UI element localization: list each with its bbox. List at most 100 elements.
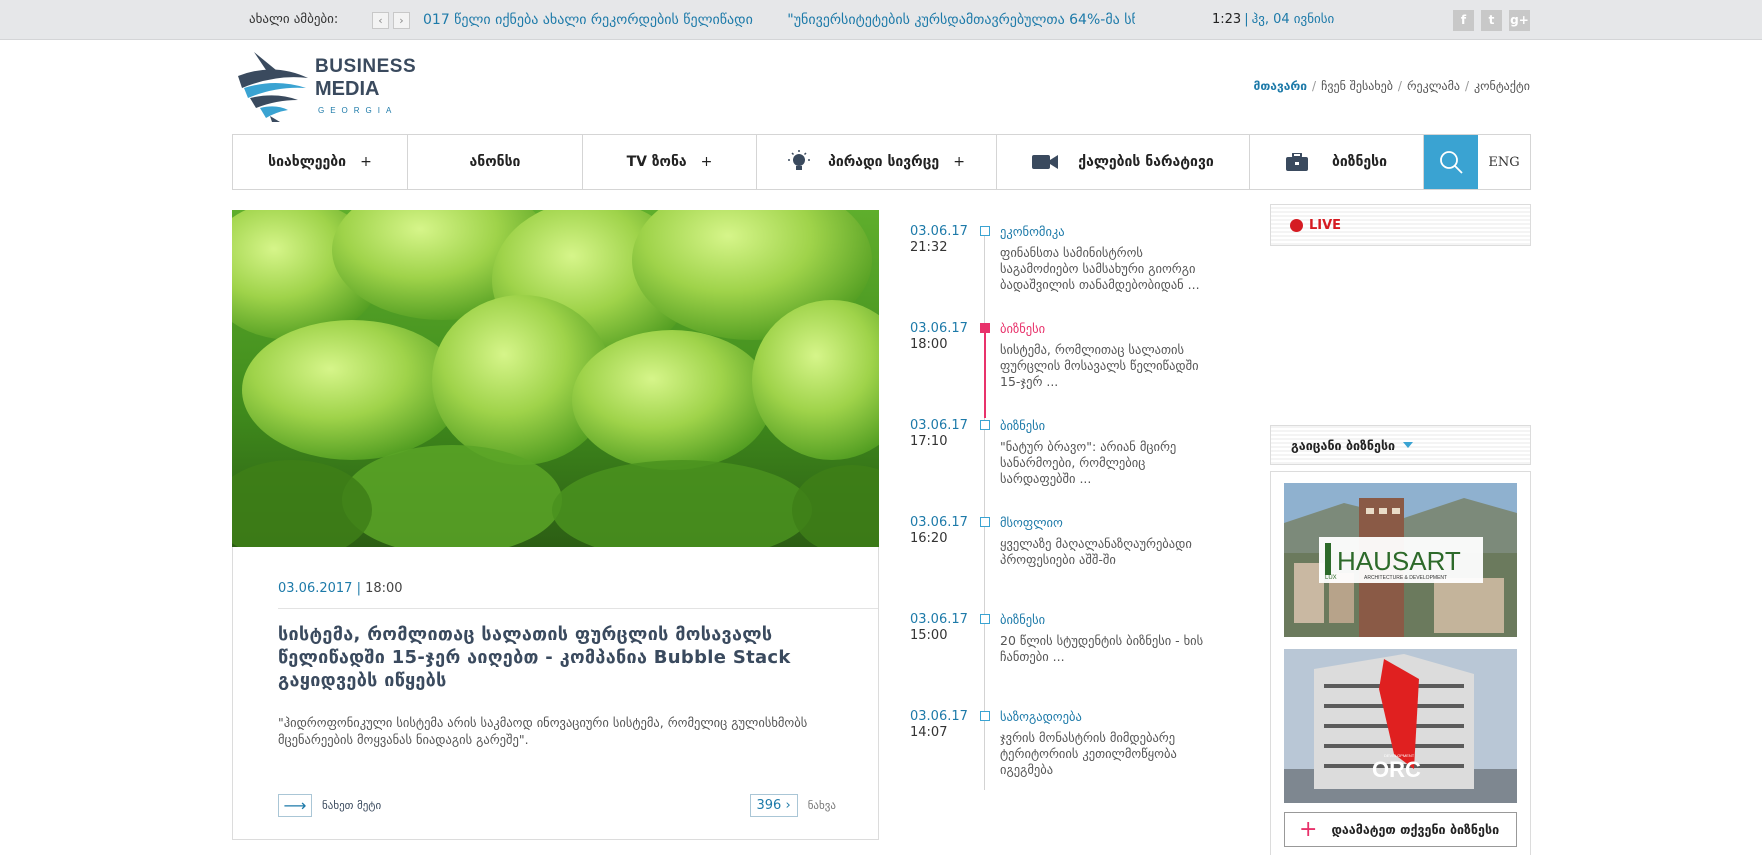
facebook-icon[interactable]: f xyxy=(1453,10,1474,31)
nav-label: ბიზნესი xyxy=(1331,154,1388,170)
link-advertising[interactable]: რეკლამა xyxy=(1407,79,1460,93)
timeline-marker-icon xyxy=(980,226,990,236)
timeline-time: 16:20 xyxy=(910,531,948,546)
logo-text-media: MEDIA xyxy=(315,78,380,100)
timeline-category[interactable]: ბიზნესი xyxy=(1000,418,1045,433)
nav-label: ქალების ნარატივი xyxy=(1078,154,1214,170)
top-bar: ახალი ამბები: ‹ › 017 წელი იქნება ახალი … xyxy=(0,0,1762,40)
timeline-marker-icon xyxy=(980,420,990,430)
search-button[interactable] xyxy=(1424,135,1478,189)
business-ads-box: HAUSART ARCHITECTURE & DEVELOPMENT LUX O… xyxy=(1270,471,1531,855)
timeline-date: 03.06.17 xyxy=(910,321,968,336)
timeline-date: 03.06.17 xyxy=(910,709,968,724)
read-more-link[interactable]: ⟶ ნახეთ მეტი xyxy=(278,794,381,817)
ticker-item[interactable]: 017 წელი იქნება ახალი რეკორდების წელიწად… xyxy=(423,12,753,28)
plus-icon: + xyxy=(700,154,713,170)
ticker-label: ახალი ამბები: xyxy=(249,12,339,27)
ticker-controls: ‹ › xyxy=(372,12,410,29)
timeline-headline[interactable]: "ნატურ ბრავო": არიან მცირე სანარმოები, რ… xyxy=(1000,439,1220,487)
nav-item-womens-narrative[interactable]: ქალების ნარატივი xyxy=(997,135,1250,189)
orc-ad-image: ORC DEVELOPMENT xyxy=(1284,649,1517,803)
divider xyxy=(278,608,878,609)
timeline-headline[interactable]: სისტემა, რომლითაც სალათის ფურცლის მოსავა… xyxy=(1000,342,1220,390)
nav-label: პირადი სივრცე xyxy=(828,154,940,170)
logo-text-georgia: GEORGIA xyxy=(318,106,398,115)
timeline-category[interactable]: საზოგადოება xyxy=(1000,709,1082,724)
feature-date: 03.06.2017 xyxy=(278,581,353,596)
twitter-icon[interactable]: t xyxy=(1481,10,1502,31)
logo-text-business: BUSINESS xyxy=(315,56,417,77)
view-count: 396 › xyxy=(749,794,798,817)
ticker-item[interactable]: "უნივერსიტეტების კურსდამთავრებულთა 64%-მ… xyxy=(787,12,1135,28)
timeline-item[interactable]: 03.06.17 15:00 ბიზნესი 20 წლის სტუდენტის… xyxy=(900,610,1230,700)
timeline-time: 15:00 xyxy=(910,628,948,643)
link-contact[interactable]: კონტაქტი xyxy=(1474,79,1530,93)
timeline-headline[interactable]: 20 წლის სტუდენტის ბიზნესი - ხის ჩანთები … xyxy=(1000,633,1220,665)
view-counter: 396 › ნახვა xyxy=(749,794,836,817)
current-datetime: 1:23 | ჰვ, 04 ივნისი xyxy=(1212,12,1334,27)
plus-icon: + xyxy=(1299,816,1318,842)
orc-tagline: DEVELOPMENT xyxy=(1384,753,1415,758)
ad-hausart[interactable]: HAUSART ARCHITECTURE & DEVELOPMENT LUX xyxy=(1284,483,1517,637)
timeline-item[interactable]: 03.06.17 18:00 ბიზნესი სისტემა, რომლითაც… xyxy=(900,319,1230,409)
nav-item-personal-space[interactable]: პირადი სივრცე + xyxy=(757,135,997,189)
timeline-headline[interactable]: ჯვრის მონასტრის მიმდებარე ტერიტორიის კეთ… xyxy=(1000,730,1220,778)
top-links: მთავარი / ჩვენ შესახებ / რეკლამა / კონტაქტი xyxy=(1254,79,1530,93)
hausart-tagline: ARCHITECTURE & DEVELOPMENT xyxy=(1364,575,1447,581)
social-links: f t g+ xyxy=(1453,10,1530,31)
google-plus-icon[interactable]: g+ xyxy=(1509,10,1530,31)
hausart-prefix: LUX xyxy=(1325,575,1337,581)
timeline-marker-icon xyxy=(980,517,990,527)
timeline-category[interactable]: ეკონომიკა xyxy=(1000,224,1065,239)
timeline-date: 03.06.17 xyxy=(910,612,968,627)
nav-label: TV ზონა xyxy=(626,154,687,170)
live-dot-icon xyxy=(1290,218,1303,232)
plus-icon: + xyxy=(360,154,372,170)
live-button[interactable]: LIVE xyxy=(1270,204,1531,246)
news-timeline: 03.06.17 21:32 ეკონომიკა ფინანსთა სამინი… xyxy=(900,220,1230,790)
lightbulb-icon xyxy=(788,150,811,170)
timeline-axis xyxy=(984,230,985,790)
plus-icon: + xyxy=(953,154,965,170)
business-dropdown[interactable]: გაიცანი ბიზნესი xyxy=(1270,425,1531,465)
timeline-time: 21:32 xyxy=(910,240,948,255)
view-count-label: ნახვა xyxy=(807,799,836,812)
site-logo[interactable]: BUSINESS MEDIA GEORGIA xyxy=(236,48,416,122)
nav-item-business[interactable]: ბიზნესი xyxy=(1250,135,1424,189)
link-separator: / xyxy=(1464,79,1469,93)
timeline-date: 03.06.17 xyxy=(910,224,968,239)
timeline-item[interactable]: 03.06.17 14:07 საზოგადოება ჯვრის მონასტრ… xyxy=(900,707,1230,797)
timeline-category[interactable]: ბიზნესი xyxy=(1000,321,1045,336)
nav-item-news[interactable]: სიახლეები + xyxy=(233,135,408,189)
nav-item-tv-zone[interactable]: TV ზონა + xyxy=(583,135,757,189)
chevron-left-icon[interactable]: ‹ xyxy=(372,12,389,29)
timeline-headline[interactable]: ყველაზე მაღალანაზღაურებადი პროფესიები აშ… xyxy=(1000,536,1220,568)
business-dropdown-label: გაიცანი ბიზნესი xyxy=(1291,437,1396,453)
add-business-button[interactable]: + დაამატეთ თქვენი ბიზნესი xyxy=(1284,812,1517,847)
live-label: LIVE xyxy=(1309,217,1342,233)
feature-title[interactable]: სისტემა, რომლითაც სალათის ფურცლის მოსავა… xyxy=(278,623,838,692)
ad-orc[interactable]: ORC DEVELOPMENT xyxy=(1284,649,1517,803)
timeline-headline[interactable]: ფინანსთა სამინისტროს საგამოძიებო სამსახუ… xyxy=(1000,245,1220,293)
link-about[interactable]: ჩვენ შესახებ xyxy=(1321,79,1393,93)
timeline-date: 03.06.17 xyxy=(910,418,968,433)
feature-image[interactable] xyxy=(232,210,879,547)
link-separator: / xyxy=(1312,79,1317,93)
timeline-item[interactable]: 03.06.17 21:32 ეკონომიკა ფინანსთა სამინი… xyxy=(900,222,1230,312)
current-time: 1:23 xyxy=(1212,12,1242,27)
chevron-right-icon[interactable]: › xyxy=(393,12,410,29)
lettuce-photo xyxy=(232,210,879,547)
nav-item-announcement[interactable]: ანონსი xyxy=(408,135,583,189)
feature-article-card: 03.06.2017 | 18:00 სისტემა, რომლითაც სალ… xyxy=(232,547,879,840)
nav-label: სიახლეები xyxy=(268,154,347,170)
link-home[interactable]: მთავარი xyxy=(1254,79,1307,93)
orc-brand: ORC xyxy=(1372,757,1421,782)
timeline-category[interactable]: ბიზნესი xyxy=(1000,612,1045,627)
language-switch[interactable]: ENG xyxy=(1478,135,1530,189)
current-date: ჰვ, 04 ივნისი xyxy=(1251,12,1335,27)
timeline-category[interactable]: მსოფლიო xyxy=(1000,515,1063,530)
timeline-item[interactable]: 03.06.17 17:10 ბიზნესი "ნატურ ბრავო": არ… xyxy=(900,416,1230,506)
timeline-item[interactable]: 03.06.17 16:20 მსოფლიო ყველაზე მაღალანაზ… xyxy=(900,513,1230,603)
timeline-date: 03.06.17 xyxy=(910,515,968,530)
search-icon xyxy=(1440,151,1463,174)
